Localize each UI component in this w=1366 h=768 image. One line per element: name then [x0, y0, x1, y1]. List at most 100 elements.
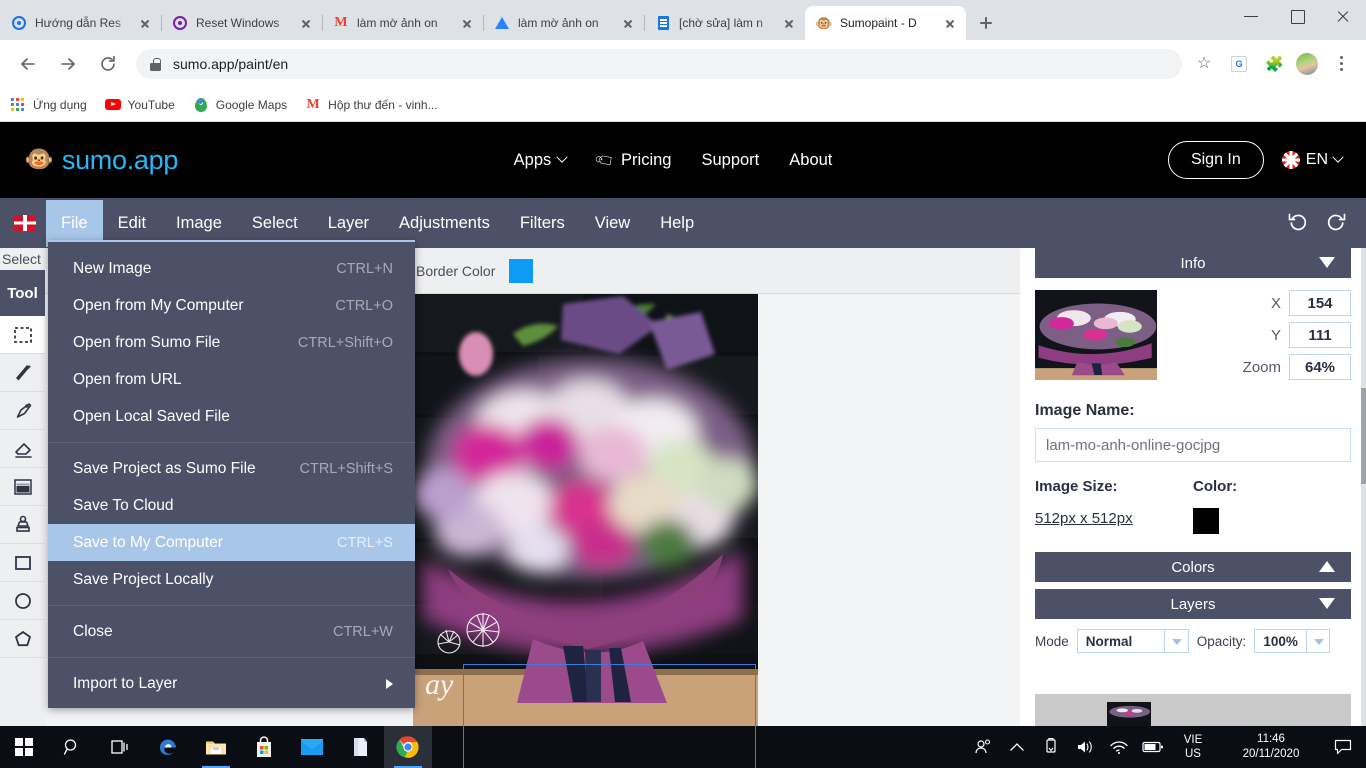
redo-icon[interactable]	[1324, 209, 1348, 237]
menu-item-save-project-as-sumo-file[interactable]: Save Project as Sumo File CTRL+Shift+S	[48, 450, 415, 487]
bookmark-star-icon[interactable]: ☆	[1190, 49, 1220, 79]
edge-button[interactable]	[144, 726, 192, 768]
border-color-swatch[interactable]	[509, 258, 534, 283]
menu-item-open-local-saved-file[interactable]: Open Local Saved File	[48, 398, 415, 435]
menu-item-open-from-sumo-file[interactable]: Open from Sumo File CTRL+Shift+O	[48, 324, 415, 361]
close-icon[interactable]	[298, 15, 314, 31]
minimize-button[interactable]	[1228, 0, 1274, 32]
language-selector[interactable]: EN	[1281, 151, 1344, 169]
close-icon[interactable]	[781, 15, 797, 31]
magic-wand-tool[interactable]	[0, 354, 45, 392]
bookmark-item[interactable]: Ứng dụng	[10, 97, 87, 113]
forward-icon[interactable]	[52, 48, 84, 80]
triangle-up-icon[interactable]	[1319, 561, 1335, 572]
browser-tab-active[interactable]: 🐵 Sumopaint - D	[805, 6, 966, 40]
back-icon[interactable]	[12, 48, 44, 80]
menu-filters[interactable]: Filters	[505, 200, 580, 247]
image-name-input[interactable]: lam-mo-anh-online-gocjpg	[1035, 428, 1351, 462]
speaker-icon[interactable]	[1068, 726, 1102, 768]
site-logo-text[interactable]: sumo.app	[62, 145, 178, 176]
wifi-icon[interactable]	[1102, 726, 1136, 768]
x-value[interactable]: 154	[1289, 290, 1351, 316]
layers-panel-header[interactable]: Layers	[1035, 589, 1351, 619]
menu-item-import-to-layer[interactable]: Import to Layer	[48, 665, 415, 702]
profile-avatar[interactable]	[1292, 49, 1322, 79]
uk-flag-icon[interactable]	[14, 215, 36, 231]
sign-in-button[interactable]: Sign In	[1167, 141, 1264, 179]
bookmark-item[interactable]: YouTube	[104, 97, 175, 113]
chrome-button[interactable]	[384, 726, 432, 768]
chrome-menu-icon[interactable]	[1326, 49, 1356, 79]
extensions-puzzle-icon[interactable]: 🧩	[1258, 49, 1288, 79]
bookmark-item[interactable]: Google Maps	[193, 97, 287, 113]
menu-item-save-project-locally[interactable]: Save Project Locally	[48, 561, 415, 598]
reload-icon[interactable]	[92, 48, 124, 80]
menu-item-new-image[interactable]: New Image CTRL+N	[48, 250, 415, 287]
image-size-value[interactable]: 512px x 512px	[1035, 510, 1133, 527]
zoom-value[interactable]: 64%	[1289, 354, 1351, 380]
translate-icon[interactable]: G	[1224, 49, 1254, 79]
notification-icon[interactable]	[1326, 726, 1360, 768]
polygon-shape-tool[interactable]	[0, 620, 45, 658]
color-swatch[interactable]	[1193, 508, 1219, 534]
browser-tab[interactable]: [chờ sửa] làm n	[644, 6, 805, 40]
close-icon[interactable]	[942, 15, 958, 31]
menu-item-save-to-cloud[interactable]: Save To Cloud	[48, 487, 415, 524]
mail-button[interactable]	[288, 726, 336, 768]
canvas-image[interactable]: ay	[413, 294, 758, 726]
rectangle-shape-tool[interactable]	[0, 544, 45, 582]
triangle-down-icon[interactable]	[1319, 257, 1335, 268]
address-bar[interactable]: sumo.app/paint/en	[136, 49, 1182, 79]
info-panel-header[interactable]: Info	[1035, 248, 1351, 278]
undo-icon[interactable]	[1286, 209, 1310, 237]
people-icon[interactable]	[966, 726, 1000, 768]
pen-tool[interactable]	[0, 392, 45, 430]
chevron-up-icon[interactable]	[1000, 726, 1034, 768]
nav-pricing[interactable]: 🏷 Pricing	[593, 148, 671, 171]
gradient-tool[interactable]	[0, 468, 45, 506]
menu-item-close[interactable]: Close CTRL+W	[48, 613, 415, 650]
start-button[interactable]	[0, 726, 48, 768]
browser-tab[interactable]: làm mờ ảnh on	[483, 6, 644, 40]
file-explorer-button[interactable]	[192, 726, 240, 768]
clock[interactable]: 11:46 20/11/2020	[1216, 732, 1326, 762]
new-tab-button[interactable]	[972, 9, 1000, 37]
triangle-down-icon[interactable]	[1319, 598, 1335, 609]
close-icon[interactable]	[137, 15, 153, 31]
selection-rectangle[interactable]	[463, 664, 756, 768]
close-icon[interactable]	[620, 15, 636, 31]
blend-mode-select[interactable]: Normal	[1076, 629, 1189, 653]
close-window-button[interactable]	[1320, 0, 1366, 32]
menu-view[interactable]: View	[580, 200, 645, 247]
battery-icon[interactable]	[1136, 726, 1170, 768]
close-icon[interactable]	[459, 15, 475, 31]
menu-item-save-to-my-computer[interactable]: Save to My Computer CTRL+S	[48, 524, 415, 561]
nav-support[interactable]: Support	[701, 151, 759, 170]
layer-list-row[interactable]	[1035, 694, 1351, 726]
ellipse-shape-tool[interactable]	[0, 582, 45, 620]
stamp-tool[interactable]	[0, 506, 45, 544]
search-button[interactable]	[48, 726, 96, 768]
nav-apps[interactable]: Apps	[514, 151, 568, 170]
panel-scrollbar[interactable]	[1361, 248, 1366, 726]
browser-tab[interactable]: Reset Windows	[161, 6, 322, 40]
browser-tab[interactable]: Hướng dẫn Res	[0, 6, 161, 40]
nav-about[interactable]: About	[789, 151, 832, 170]
rectangular-marquee-tool[interactable]	[0, 316, 45, 354]
sticky-notes-button[interactable]	[336, 726, 384, 768]
y-value[interactable]: 111	[1289, 322, 1351, 348]
browser-tab[interactable]: M làm mờ ảnh on	[322, 6, 483, 40]
colors-panel-header[interactable]: Colors	[1035, 552, 1351, 582]
usb-icon[interactable]	[1034, 726, 1068, 768]
chevron-down-icon[interactable]	[1163, 630, 1188, 652]
microsoft-store-button[interactable]	[240, 726, 288, 768]
menu-help[interactable]: Help	[645, 200, 709, 247]
menu-item-open-from-my-computer[interactable]: Open from My Computer CTRL+O	[48, 287, 415, 324]
chevron-down-icon[interactable]	[1305, 630, 1329, 652]
menu-item-open-from-url[interactable]: Open from URL	[48, 361, 415, 398]
maximize-button[interactable]	[1274, 0, 1320, 32]
bookmark-item[interactable]: M Hộp thư đến - vinh...	[305, 97, 438, 113]
eraser-tool[interactable]	[0, 430, 45, 468]
task-view-button[interactable]	[96, 726, 144, 768]
opacity-select[interactable]: 100%	[1254, 629, 1331, 653]
